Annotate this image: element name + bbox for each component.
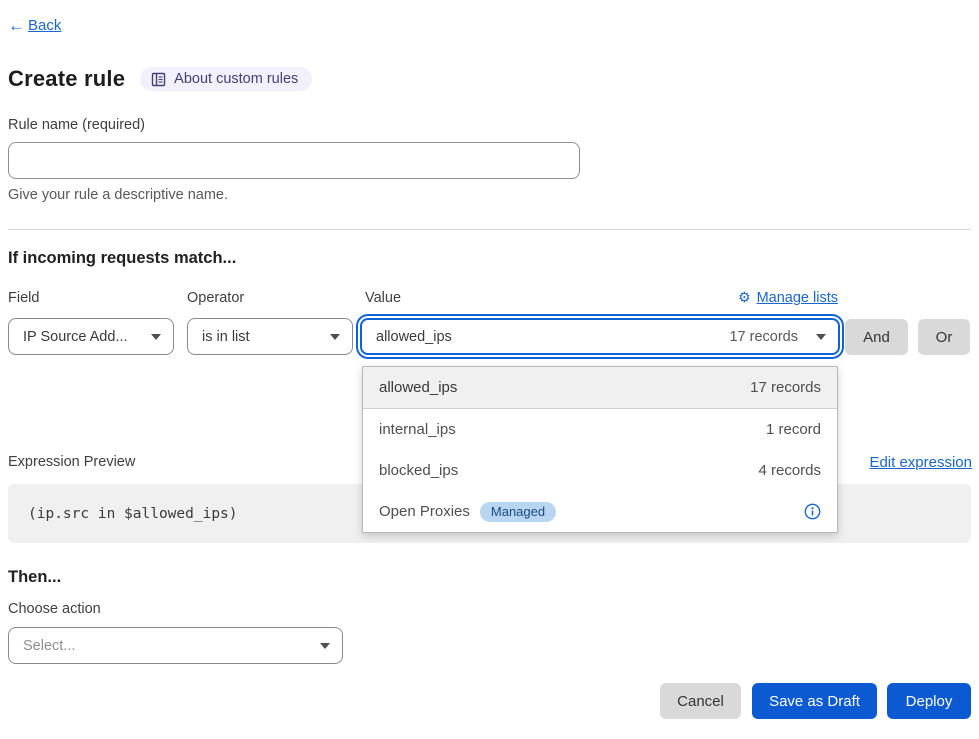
list-item-blocked-ips[interactable]: blocked_ips 4 records bbox=[363, 450, 837, 491]
list-dropdown-panel: allowed_ips 17 records internal_ips 1 re… bbox=[362, 366, 838, 533]
list-item-open-proxies[interactable]: Open Proxies Managed bbox=[363, 491, 837, 532]
chevron-down-icon bbox=[330, 334, 340, 340]
list-item-allowed-ips[interactable]: allowed_ips 17 records bbox=[363, 367, 837, 409]
operator-label: Operator bbox=[187, 290, 244, 306]
list-item-name: blocked_ips bbox=[379, 462, 758, 479]
chevron-down-icon bbox=[320, 643, 330, 649]
value-label: Value bbox=[365, 290, 401, 306]
field-select-value: IP Source Add... bbox=[23, 329, 143, 345]
field-label: Field bbox=[8, 290, 39, 306]
then-section-heading: Then... bbox=[8, 568, 61, 587]
action-select[interactable]: Select... bbox=[8, 627, 343, 664]
title-row: Create rule About custom rules bbox=[8, 66, 312, 92]
list-item-name: internal_ips bbox=[379, 421, 766, 438]
and-button[interactable]: And bbox=[845, 319, 908, 355]
gear-icon: ⚙ bbox=[738, 291, 751, 305]
operator-select-value: is in list bbox=[202, 329, 322, 345]
field-select[interactable]: IP Source Add... bbox=[8, 318, 174, 355]
back-arrow-icon: ← bbox=[8, 17, 25, 34]
value-select[interactable]: allowed_ips 17 records bbox=[360, 318, 840, 355]
list-item-records: 1 record bbox=[766, 421, 821, 438]
page-title: Create rule bbox=[8, 66, 125, 92]
info-icon[interactable] bbox=[804, 503, 821, 520]
value-select-value: allowed_ips bbox=[376, 329, 729, 345]
action-select-placeholder: Select... bbox=[23, 638, 312, 654]
list-item-internal-ips[interactable]: internal_ips 1 record bbox=[363, 409, 837, 450]
expression-code: (ip.src in $allowed_ips) bbox=[28, 506, 238, 522]
list-item-records: 17 records bbox=[750, 379, 821, 396]
section-divider bbox=[8, 229, 971, 230]
cancel-button[interactable]: Cancel bbox=[660, 683, 741, 719]
rule-name-helper: Give your rule a descriptive name. bbox=[8, 187, 228, 203]
manage-lists-label: Manage lists bbox=[757, 290, 838, 306]
save-as-draft-button[interactable]: Save as Draft bbox=[752, 683, 877, 719]
about-badge-label: About custom rules bbox=[174, 71, 298, 87]
list-item-name: allowed_ips bbox=[379, 379, 750, 396]
managed-badge: Managed bbox=[480, 502, 556, 522]
expression-preview-label: Expression Preview bbox=[8, 454, 135, 470]
match-section-heading: If incoming requests match... bbox=[8, 249, 236, 268]
value-select-records: 17 records bbox=[729, 329, 798, 345]
about-custom-rules-link[interactable]: About custom rules bbox=[140, 67, 312, 91]
manage-lists-link[interactable]: ⚙ Manage lists bbox=[738, 290, 838, 306]
back-link[interactable]: ← Back bbox=[8, 17, 61, 34]
book-icon bbox=[151, 72, 166, 87]
chevron-down-icon bbox=[151, 334, 161, 340]
edit-expression-link[interactable]: Edit expression bbox=[869, 454, 972, 471]
operator-select[interactable]: is in list bbox=[187, 318, 353, 355]
or-button[interactable]: Or bbox=[918, 319, 970, 355]
list-item-name: Open Proxies bbox=[379, 503, 470, 520]
create-rule-page: ← Back Create rule About custom rules Ru… bbox=[0, 0, 979, 739]
choose-action-label: Choose action bbox=[8, 601, 101, 617]
deploy-button[interactable]: Deploy bbox=[887, 683, 971, 719]
back-link-label: Back bbox=[28, 17, 61, 34]
list-item-records: 4 records bbox=[758, 462, 821, 479]
rule-name-label: Rule name (required) bbox=[8, 117, 145, 133]
chevron-down-icon bbox=[816, 334, 826, 340]
rule-name-input[interactable] bbox=[8, 142, 580, 179]
